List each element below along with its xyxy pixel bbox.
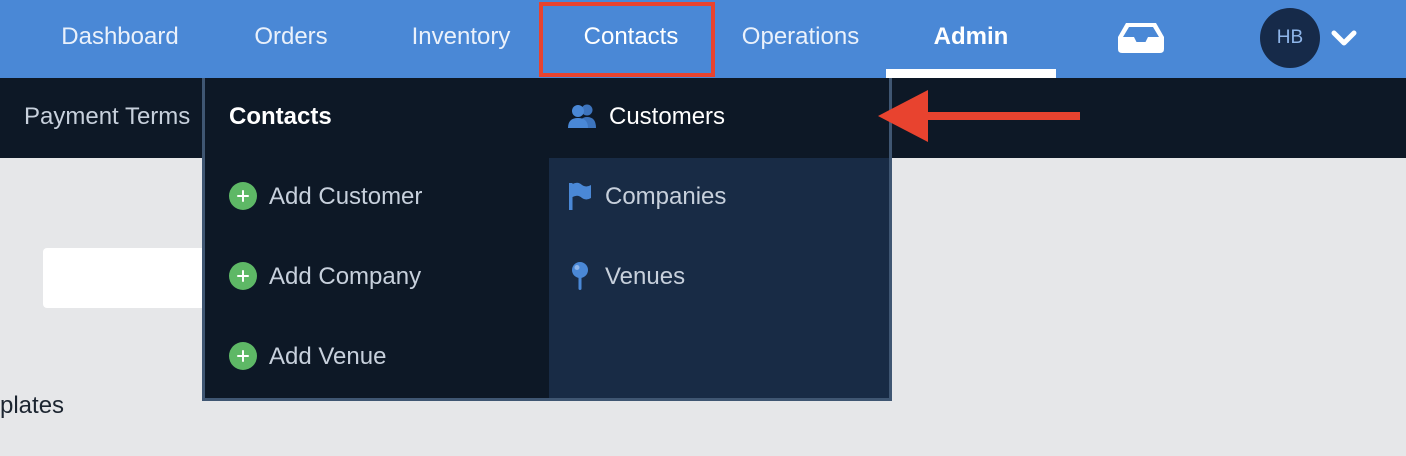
pin-icon bbox=[572, 261, 588, 290]
venues-label: Venues bbox=[605, 263, 686, 290]
add-company-link[interactable]: Add Company bbox=[229, 238, 421, 318]
avatar[interactable]: HB bbox=[1260, 8, 1320, 68]
dropdown-links-column: Customers Companies Venues bbox=[549, 78, 889, 398]
customers-link[interactable]: Customers bbox=[567, 78, 725, 158]
nav-item-orders[interactable]: Orders bbox=[221, 0, 361, 74]
add-venue-link[interactable]: Add Venue bbox=[229, 318, 386, 398]
inbox-icon[interactable] bbox=[1117, 22, 1165, 54]
nav-item-operations[interactable]: Operations bbox=[718, 0, 883, 74]
active-tab-indicator bbox=[886, 69, 1056, 78]
venues-link[interactable]: Venues bbox=[567, 238, 685, 318]
annotation-arrow bbox=[878, 90, 1080, 142]
add-customer-label: Add Customer bbox=[269, 183, 423, 210]
search-input[interactable] bbox=[43, 248, 213, 308]
customers-label: Customers bbox=[609, 103, 726, 130]
nav-item-dashboard[interactable]: Dashboard bbox=[40, 0, 200, 74]
subnav-item-payment-terms[interactable]: Payment Terms bbox=[24, 78, 190, 158]
add-venue-label: Add Venue bbox=[269, 343, 387, 370]
add-customer-link[interactable]: Add Customer bbox=[229, 158, 422, 238]
chevron-down-icon[interactable] bbox=[1331, 28, 1357, 48]
top-navigation-bar: Dashboard Orders Inventory Contacts Oper… bbox=[0, 0, 1406, 78]
plus-circle-icon bbox=[229, 261, 257, 290]
nav-item-inventory[interactable]: Inventory bbox=[386, 0, 536, 74]
plus-circle-icon bbox=[229, 181, 257, 210]
nav-item-admin[interactable]: Admin bbox=[886, 0, 1056, 74]
partial-page-text: plates bbox=[0, 392, 65, 419]
companies-label: Companies bbox=[605, 183, 727, 210]
users-icon bbox=[568, 104, 596, 128]
contacts-dropdown-menu: Contacts Add Customer Add Company Add Ve… bbox=[202, 78, 892, 401]
flag-icon bbox=[569, 182, 591, 210]
dropdown-heading: Contacts bbox=[229, 103, 332, 130]
annotation-highlight-box bbox=[539, 2, 715, 77]
add-company-label: Add Company bbox=[269, 263, 422, 290]
plus-circle-icon bbox=[229, 341, 257, 370]
companies-link[interactable]: Companies bbox=[567, 158, 726, 238]
dropdown-actions-column: Contacts Add Customer Add Company Add Ve… bbox=[205, 78, 549, 398]
